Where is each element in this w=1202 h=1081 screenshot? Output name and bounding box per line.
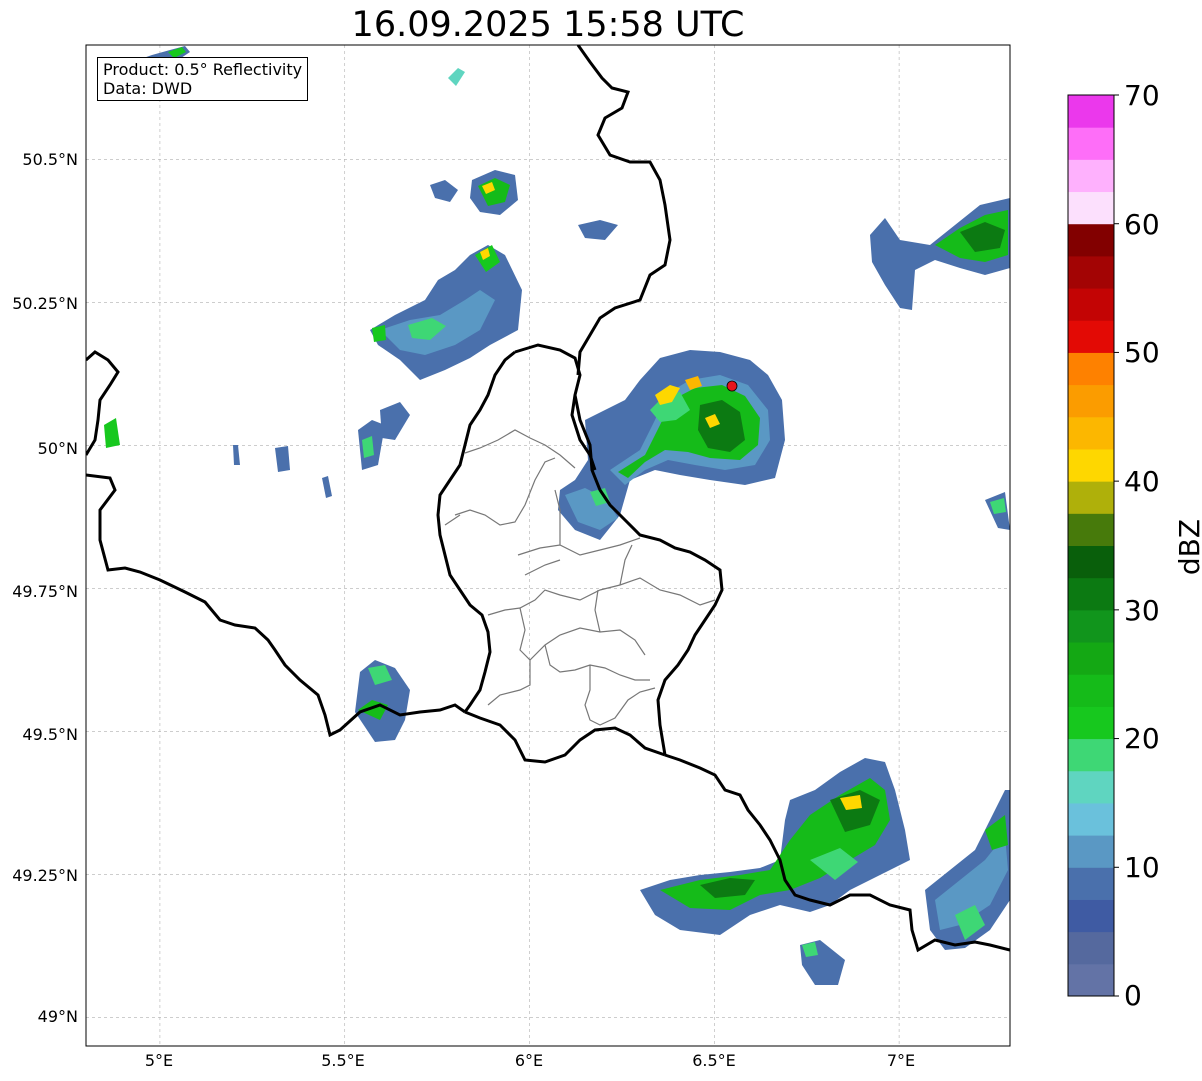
- colorbar-band: [1068, 255, 1114, 289]
- colorbar-tick-label: 20: [1124, 722, 1160, 755]
- radar-map: [85, 44, 1011, 1047]
- radar-site-marker: [726, 380, 738, 392]
- lon-tick-label: 5°E: [144, 1051, 174, 1070]
- colorbar-band: [1068, 642, 1114, 675]
- colorbar-band: [1068, 320, 1114, 353]
- colorbar-tick-label: 0: [1124, 979, 1142, 1012]
- colorbar-tick-label: 50: [1124, 336, 1160, 369]
- colorbar-band: [1068, 609, 1114, 643]
- lat-tick-label: 49.75°N: [12, 582, 78, 601]
- colorbar-band: [1068, 384, 1114, 418]
- colorbar-band: [1068, 159, 1114, 193]
- lat-tick-label: 49.25°N: [12, 866, 78, 885]
- colorbar-tick-label: 70: [1124, 79, 1160, 112]
- lat-tick-label: 49°N: [37, 1007, 78, 1026]
- colorbar-band: [1068, 835, 1114, 868]
- colorbar-band: [1068, 706, 1114, 740]
- colorbar-band: [1068, 577, 1114, 611]
- colorbar-tick-label: 40: [1124, 465, 1160, 498]
- colorbar-band: [1068, 674, 1114, 707]
- colorbar-band: [1068, 963, 1114, 997]
- info-box: Product: 0.5° Reflectivity Data: DWD: [97, 57, 309, 101]
- colorbar-band: [1068, 738, 1114, 772]
- colorbar-tick-label: 30: [1124, 594, 1160, 627]
- colorbar-label: dBZ: [1173, 518, 1202, 576]
- colorbar-band: [1068, 481, 1114, 514]
- product-label: Product: 0.5° Reflectivity: [103, 60, 303, 79]
- colorbar-band: [1068, 867, 1114, 900]
- colorbar-band: [1068, 802, 1114, 836]
- colorbar-band: [1068, 931, 1114, 965]
- lon-tick-label: 6°E: [514, 1051, 544, 1070]
- colorbar-band: [1068, 127, 1114, 160]
- colorbar-band: [1068, 770, 1114, 804]
- colorbar-band: [1068, 288, 1114, 321]
- colorbar-band: [1068, 223, 1114, 257]
- colorbar-band: [1068, 513, 1114, 546]
- colorbar-band: [1068, 352, 1114, 386]
- lon-tick-label: 7°E: [886, 1051, 916, 1070]
- lat-tick-label: 50°N: [37, 439, 78, 458]
- colorbar-band: [1068, 899, 1114, 933]
- colorbar-band: [1068, 448, 1114, 482]
- colorbar-band: [1068, 545, 1114, 579]
- colorbar-tick-label: 10: [1124, 851, 1160, 884]
- lat-tick-label: 50.5°N: [22, 150, 78, 169]
- colorbar: [1067, 94, 1119, 997]
- data-source-label: Data: DWD: [103, 79, 193, 98]
- colorbar-band: [1068, 191, 1114, 225]
- lat-tick-label: 49.5°N: [22, 725, 78, 744]
- colorbar-band: [1068, 416, 1114, 450]
- lat-tick-label: 50.25°N: [12, 294, 78, 313]
- lon-tick-label: 6.5°E: [692, 1051, 736, 1070]
- lon-tick-label: 5.5°E: [321, 1051, 365, 1070]
- colorbar-tick-label: 60: [1124, 208, 1160, 241]
- colorbar-band: [1068, 95, 1114, 128]
